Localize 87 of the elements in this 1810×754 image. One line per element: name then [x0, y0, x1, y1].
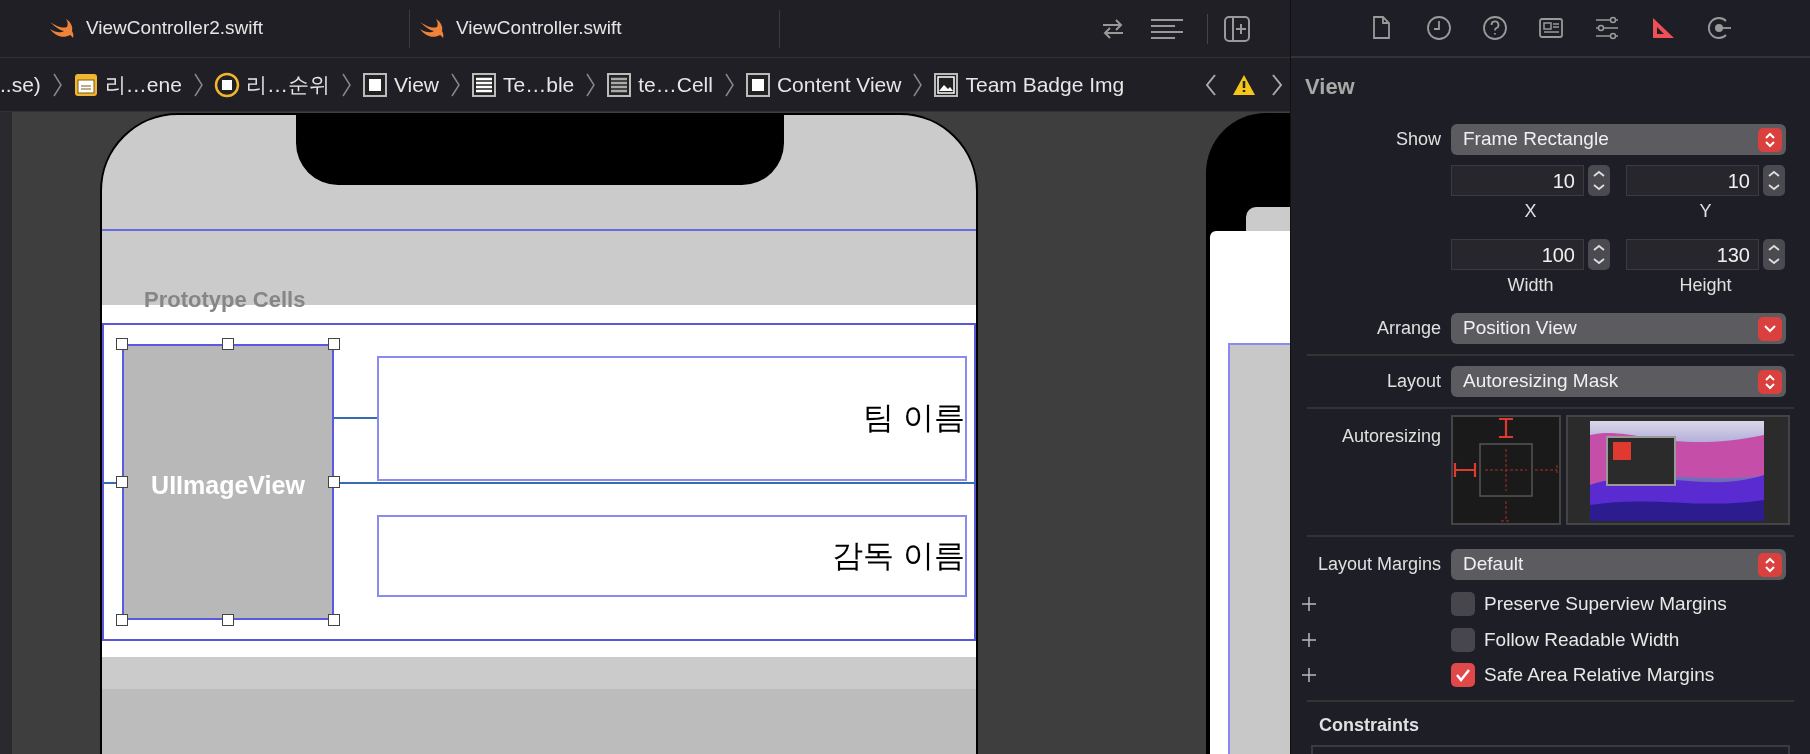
resize-handle[interactable]: [222, 338, 234, 350]
warning-icon[interactable]: [1232, 73, 1256, 96]
field-label: Autoresizing: [1341, 425, 1441, 448]
resize-handle[interactable]: [116, 614, 128, 626]
popup-arrows-icon: [1758, 369, 1782, 394]
text-label: 감독 이름: [377, 515, 967, 597]
add-editor-icon[interactable]: [1224, 15, 1250, 42]
checkbox[interactable]: [1451, 627, 1475, 652]
section-title: View: [1305, 74, 1355, 99]
number-field[interactable]: 100: [1451, 239, 1584, 270]
chevron-icon: [722, 71, 735, 98]
image-view[interactable]: [122, 344, 334, 620]
breadcrumb-item[interactable]: Te…ble: [471, 68, 575, 101]
connections-icon[interactable]: [1705, 15, 1732, 41]
popup-button[interactable]: Autoresizing Mask: [1451, 366, 1786, 397]
lines-icon[interactable]: [1149, 16, 1185, 41]
add-icon[interactable]: [1301, 631, 1317, 648]
field-label: Arrange: [1376, 317, 1441, 340]
number-field[interactable]: 10: [1626, 165, 1759, 196]
stepper-icon[interactable]: [1763, 239, 1785, 270]
image-view-label: UIImageView: [150, 470, 306, 501]
view-controller-icon: [213, 71, 240, 98]
checkbox-label: Safe Area Relative Margins: [1484, 663, 1715, 687]
stepper-icon[interactable]: [1588, 239, 1610, 270]
section-header: Prototype Cells: [144, 286, 306, 314]
chevron-icon: [50, 71, 63, 98]
chevron-icon: [911, 71, 924, 98]
editor-tab[interactable]: ViewController2.swift: [40, 9, 410, 48]
checkmark-icon: [1455, 668, 1471, 683]
view-icon: [361, 71, 388, 98]
constraint-line: [334, 417, 377, 419]
field-label: Width: [1507, 274, 1554, 297]
clock-icon[interactable]: [1425, 15, 1452, 41]
resize-handle[interactable]: [116, 476, 128, 488]
resize-handle[interactable]: [116, 338, 128, 350]
scene-icon: [72, 71, 99, 98]
field-label: X: [1524, 200, 1537, 223]
chevron-icon: [584, 71, 597, 98]
swift-icon: [418, 17, 444, 40]
chevron-icon: [339, 71, 352, 98]
editor-tab[interactable]: ViewController.swift: [410, 9, 780, 48]
checkbox[interactable]: [1451, 663, 1475, 688]
field-label: Layout: [1386, 370, 1441, 393]
popup-button[interactable]: Position View: [1451, 313, 1786, 344]
chevron-icon: [191, 71, 204, 98]
checkbox[interactable]: [1451, 592, 1475, 617]
breadcrumb-item[interactable]: Content View: [744, 68, 902, 101]
breadcrumb-item[interactable]: ..se): [0, 68, 41, 101]
breadcrumb-item[interactable]: View: [361, 68, 440, 101]
breadcrumb-item[interactable]: 리…순위: [213, 68, 330, 101]
breadcrumb-item[interactable]: 리…ene: [72, 68, 182, 101]
table-cell-icon: [606, 71, 633, 98]
forward-icon[interactable]: [1270, 72, 1284, 97]
number-field[interactable]: 130: [1626, 239, 1759, 270]
resize-handle[interactable]: [328, 614, 340, 626]
resize-handle[interactable]: [328, 338, 340, 350]
id-card-icon[interactable]: [1537, 15, 1564, 41]
sliders-icon[interactable]: [1593, 15, 1620, 41]
breadcrumb-item[interactable]: te…Cell: [606, 68, 713, 101]
back-icon[interactable]: [1204, 72, 1218, 97]
resize-handle[interactable]: [328, 476, 340, 488]
image-view-icon: [933, 71, 960, 98]
chevron-icon: [449, 71, 462, 98]
stepper-icon[interactable]: [1588, 165, 1610, 196]
popup-button[interactable]: Frame Rectangle: [1451, 124, 1786, 155]
popup-arrows-icon: [1758, 316, 1782, 341]
popup-arrows-icon: [1758, 552, 1782, 577]
breadcrumb-item[interactable]: Team Badge Img: [933, 68, 1125, 101]
field-label: Height: [1679, 274, 1732, 297]
help-icon[interactable]: [1481, 15, 1508, 41]
section-title: Constraints: [1319, 714, 1419, 735]
resize-handle[interactable]: [222, 614, 234, 626]
field-label: Show: [1395, 128, 1441, 151]
text-label: 팀 이름: [377, 356, 967, 481]
popup-button[interactable]: Default: [1451, 549, 1786, 580]
checkbox-label: Preserve Superview Margins: [1484, 592, 1727, 616]
stepper-icon[interactable]: [1763, 165, 1785, 196]
field-label: Y: [1699, 200, 1712, 223]
add-icon[interactable]: [1301, 596, 1317, 613]
swift-icon: [48, 17, 74, 40]
popup-arrows-icon: [1758, 127, 1782, 152]
add-icon[interactable]: [1301, 667, 1317, 684]
number-field[interactable]: 10: [1451, 165, 1584, 196]
view-icon: [744, 71, 771, 98]
field-label: Layout Margins: [1317, 553, 1441, 576]
table-view-icon: [471, 71, 498, 98]
checkbox-label: Follow Readable Width: [1484, 627, 1680, 652]
